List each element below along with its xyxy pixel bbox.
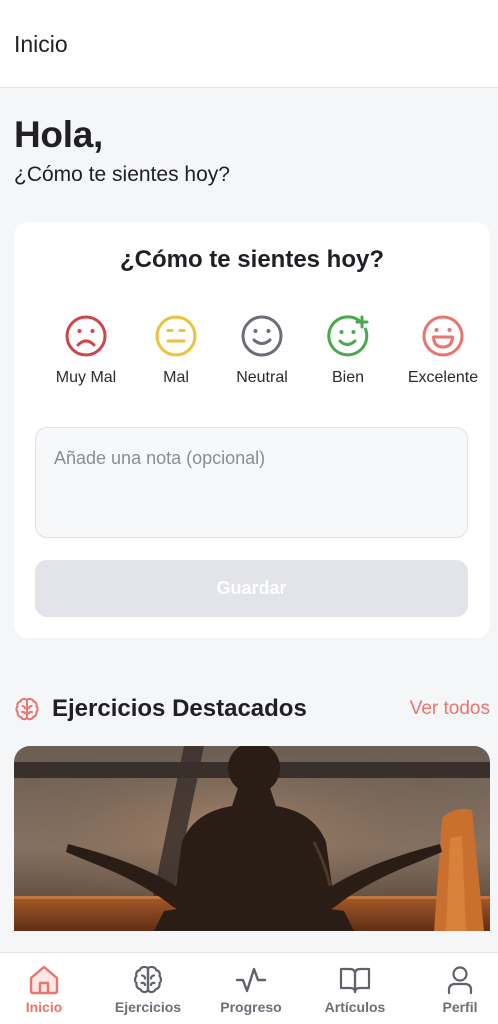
user-icon bbox=[447, 966, 473, 995]
mood-label: Muy Mal bbox=[55, 369, 117, 386]
nav-item-progreso[interactable]: Progreso bbox=[201, 953, 301, 1024]
nav-item-inicio[interactable]: Inicio bbox=[0, 953, 94, 1024]
activity-icon bbox=[235, 967, 267, 993]
nav-item-perfil[interactable]: Perfil bbox=[410, 953, 498, 1024]
mood-label: Bien bbox=[331, 369, 365, 386]
smile-plus-face-icon bbox=[327, 315, 369, 357]
see-all-exercises-link[interactable]: Ver todos bbox=[410, 698, 490, 720]
featured-exercises-header: Ejercicios Destacados Ver todos bbox=[14, 692, 490, 728]
mood-check-card: ¿Cómo te sientes hoy? Muy Mal Mal Neutra… bbox=[14, 222, 490, 638]
mood-label: Neutral bbox=[236, 369, 288, 386]
greeting-subtitle: ¿Cómo te sientes hoy? bbox=[14, 163, 230, 186]
mood-option-muy-mal[interactable]: Muy Mal bbox=[38, 314, 134, 387]
book-icon bbox=[339, 967, 371, 994]
page-title: Inicio bbox=[14, 31, 68, 57]
mood-option-excelente[interactable]: Excelente bbox=[395, 314, 491, 387]
brain-icon bbox=[15, 697, 39, 721]
save-mood-button[interactable]: Guardar bbox=[35, 560, 468, 617]
laugh-face-icon bbox=[422, 315, 464, 357]
nav-item-ejercicios[interactable]: Ejercicios bbox=[98, 953, 198, 1024]
mood-option-neutral[interactable]: Neutral bbox=[214, 314, 310, 387]
nav-label: Inicio bbox=[25, 999, 63, 1015]
greeting-title: Hola, bbox=[14, 114, 103, 155]
smile-face-icon bbox=[241, 315, 283, 357]
meditation-photo bbox=[14, 746, 490, 931]
bottom-navigation: Inicio Ejercicios Progreso Artículos Per… bbox=[0, 952, 498, 1024]
nav-label: Progreso bbox=[220, 999, 282, 1015]
nav-label: Artículos bbox=[324, 999, 386, 1015]
nav-label: Ejercicios bbox=[114, 999, 182, 1015]
brain-icon bbox=[133, 965, 163, 994]
top-app-bar: Inicio bbox=[0, 0, 498, 88]
nav-item-articulos[interactable]: Artículos bbox=[305, 953, 405, 1024]
frown-face-icon bbox=[65, 315, 107, 357]
mood-label: Mal bbox=[163, 369, 189, 386]
mood-selector: Muy Mal Mal Neutral Bien Excelente bbox=[14, 314, 490, 394]
mood-option-bien[interactable]: Bien bbox=[300, 314, 396, 387]
home-icon bbox=[29, 965, 59, 995]
mood-option-mal[interactable]: Mal bbox=[128, 314, 224, 387]
mood-label: Excelente bbox=[407, 369, 479, 386]
nav-label: Perfil bbox=[442, 999, 478, 1015]
section-title: Ejercicios Destacados bbox=[52, 695, 307, 722]
neutral-face-icon bbox=[155, 315, 197, 357]
mood-note-input[interactable] bbox=[35, 427, 468, 538]
mood-card-title: ¿Cómo te sientes hoy? bbox=[119, 246, 385, 273]
featured-exercise-card[interactable] bbox=[14, 746, 490, 931]
